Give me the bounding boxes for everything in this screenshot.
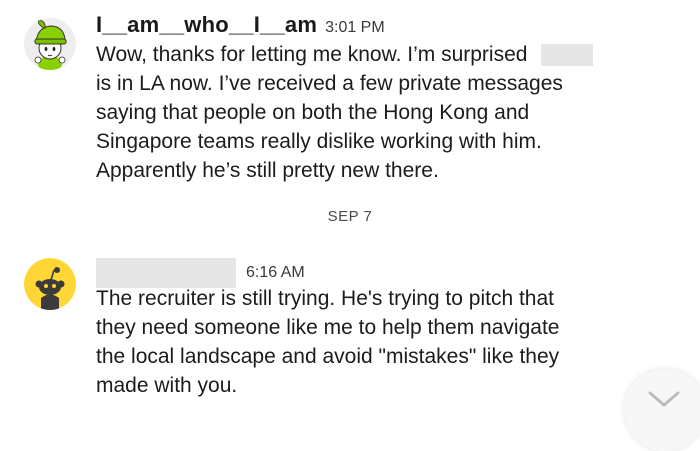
- message-line: the local landscape and avoid "mistakes"…: [96, 345, 560, 368]
- message-line: they need someone like me to help them n…: [96, 316, 560, 339]
- chevron-down-icon: [648, 391, 680, 407]
- message-line: saying that people on both the Hong Kong…: [96, 101, 530, 124]
- message-line: The recruiter is still trying. He's tryi…: [96, 287, 555, 310]
- user-avatar[interactable]: [24, 18, 76, 70]
- scroll-to-bottom-button[interactable]: [624, 369, 700, 451]
- message-line: is in LA now. I’ve received a few privat…: [96, 72, 563, 95]
- message-header: I__am__who__I__am 3:01 PM: [96, 12, 385, 38]
- timestamp: 6:16 AM: [246, 264, 305, 281]
- reddit-snoo-icon: [24, 258, 76, 310]
- message-body: Wow, thanks for letting me know. I’m sur…: [96, 40, 676, 185]
- green-hat-character-icon: [24, 18, 76, 70]
- date-divider: SEP 7: [327, 208, 373, 225]
- message-body: The recruiter is still trying. He's tryi…: [96, 284, 676, 400]
- message-line-text: Wow, thanks for letting me know. I’m sur…: [96, 43, 528, 66]
- message-line: Apparently he’s still pretty new there.: [96, 159, 439, 182]
- message-line: made with you.: [96, 374, 238, 397]
- timestamp: 3:01 PM: [325, 19, 385, 36]
- message-line: Wow, thanks for letting me know. I’m sur…: [96, 40, 676, 69]
- user-avatar[interactable]: [24, 258, 76, 310]
- username[interactable]: I__am__who__I__am: [96, 12, 317, 38]
- message-line: Singapore teams really dislike working w…: [96, 130, 542, 153]
- redacted-name: [541, 44, 594, 67]
